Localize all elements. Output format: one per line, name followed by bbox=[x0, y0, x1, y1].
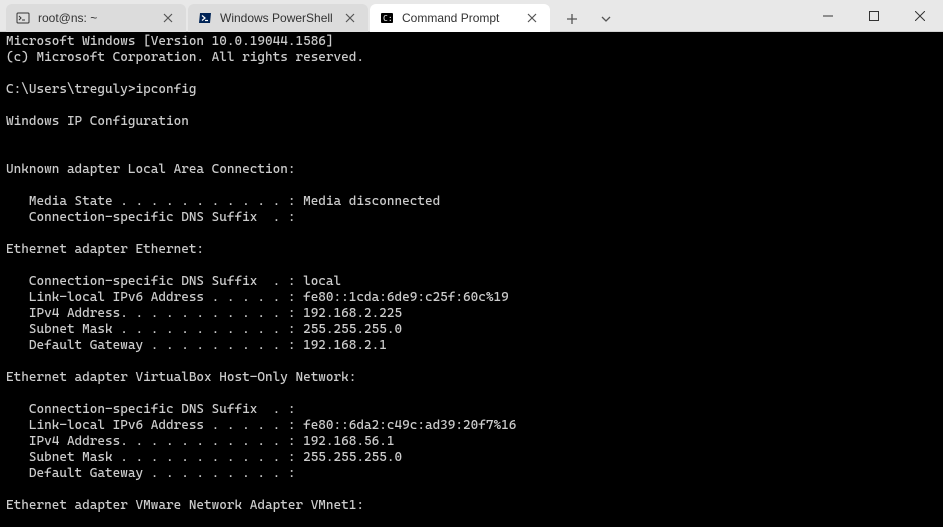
tab-dropdown-button[interactable] bbox=[592, 6, 620, 32]
terminal-line: IPv4 Address. . . . . . . . . . . : 192.… bbox=[6, 434, 937, 450]
terminal-line: Windows IP Configuration bbox=[6, 114, 937, 130]
terminal-line: IPv4 Address. . . . . . . . . . . : 192.… bbox=[6, 306, 937, 322]
terminal-line bbox=[6, 146, 937, 162]
terminal-line bbox=[6, 66, 937, 82]
terminal-line: (c) Microsoft Corporation. All rights re… bbox=[6, 50, 937, 66]
terminal-line: Subnet Mask . . . . . . . . . . . : 255.… bbox=[6, 322, 937, 338]
terminal-output[interactable]: Microsoft Windows [Version 10.0.19044.15… bbox=[0, 32, 943, 527]
terminal-line: Media State . . . . . . . . . . . : Medi… bbox=[6, 194, 937, 210]
minimize-button[interactable] bbox=[805, 0, 851, 32]
powershell-icon bbox=[198, 11, 212, 25]
terminal-line bbox=[6, 482, 937, 498]
close-icon[interactable] bbox=[524, 10, 540, 26]
terminal-line: Connection-specific DNS Suffix . : bbox=[6, 210, 937, 226]
terminal-line: Link-local IPv6 Address . . . . . : fe80… bbox=[6, 290, 937, 306]
tab-command-prompt[interactable]: C: Command Prompt bbox=[370, 4, 550, 32]
terminal-line: Microsoft Windows [Version 10.0.19044.15… bbox=[6, 34, 937, 50]
window-controls bbox=[805, 0, 943, 32]
terminal-line bbox=[6, 386, 937, 402]
close-icon[interactable] bbox=[160, 10, 176, 26]
terminal-line: Ethernet adapter Ethernet: bbox=[6, 242, 937, 258]
terminal-line: Connection-specific DNS Suffix . : bbox=[6, 402, 937, 418]
terminal-line: Ethernet adapter VirtualBox Host-Only Ne… bbox=[6, 370, 937, 386]
new-tab-button[interactable] bbox=[558, 6, 586, 32]
tab-strip: root@ns: ~ Windows PowerShell C: Command… bbox=[0, 0, 626, 32]
terminal-line bbox=[6, 226, 937, 242]
tab-actions bbox=[552, 6, 626, 32]
terminal-line bbox=[6, 258, 937, 274]
svg-text:C:: C: bbox=[383, 14, 393, 23]
close-button[interactable] bbox=[897, 0, 943, 32]
tab-label: Command Prompt bbox=[402, 11, 516, 25]
close-icon[interactable] bbox=[342, 10, 358, 26]
tab-powershell[interactable]: Windows PowerShell bbox=[188, 4, 368, 32]
terminal-line: Default Gateway . . . . . . . . . : bbox=[6, 466, 937, 482]
terminal-line: C:\Users\treguly>ipconfig bbox=[6, 82, 937, 98]
terminal-line: Default Gateway . . . . . . . . . : 192.… bbox=[6, 338, 937, 354]
titlebar: root@ns: ~ Windows PowerShell C: Command… bbox=[0, 0, 943, 32]
terminal-line bbox=[6, 130, 937, 146]
terminal-line: Ethernet adapter VMware Network Adapter … bbox=[6, 498, 937, 514]
terminal-icon bbox=[16, 11, 30, 25]
terminal-line bbox=[6, 178, 937, 194]
maximize-button[interactable] bbox=[851, 0, 897, 32]
tab-root-ns[interactable]: root@ns: ~ bbox=[6, 4, 186, 32]
terminal-line: Link-local IPv6 Address . . . . . : fe80… bbox=[6, 418, 937, 434]
terminal-line bbox=[6, 354, 937, 370]
tab-label: root@ns: ~ bbox=[38, 11, 152, 25]
terminal-line: Unknown adapter Local Area Connection: bbox=[6, 162, 937, 178]
terminal-line bbox=[6, 98, 937, 114]
terminal-line: Subnet Mask . . . . . . . . . . . : 255.… bbox=[6, 450, 937, 466]
cmd-icon: C: bbox=[380, 11, 394, 25]
terminal-line: Connection-specific DNS Suffix . : local bbox=[6, 274, 937, 290]
tab-label: Windows PowerShell bbox=[220, 11, 334, 25]
